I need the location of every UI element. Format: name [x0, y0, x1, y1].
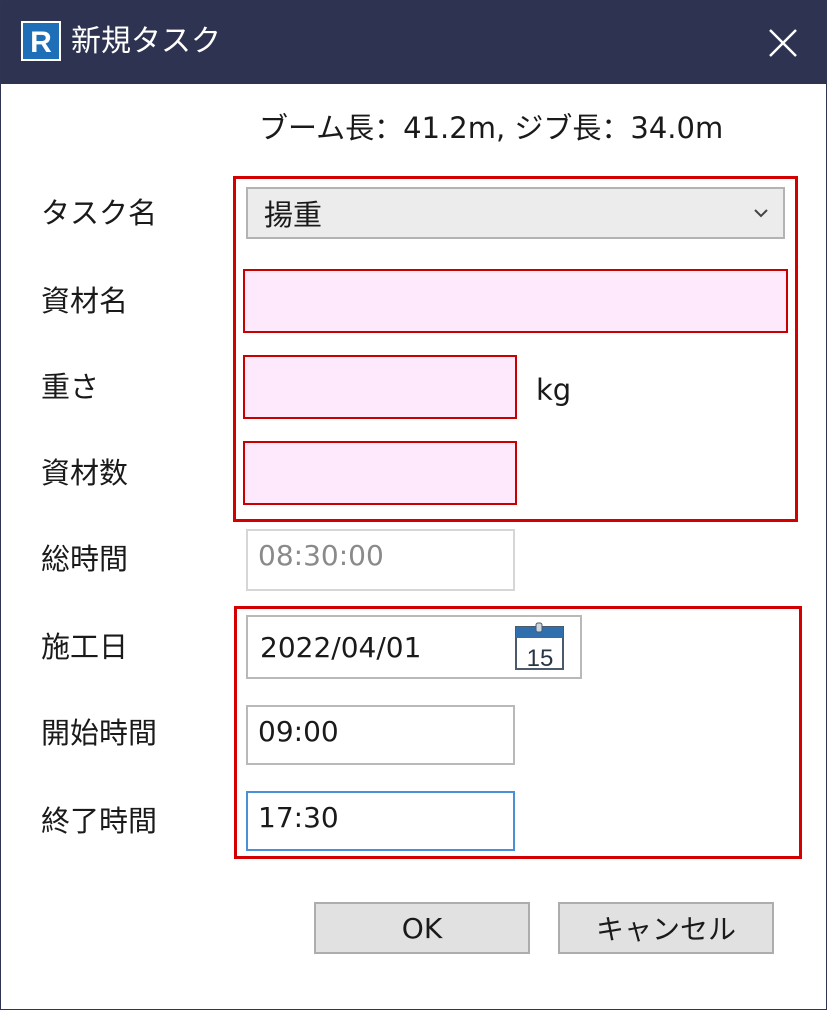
- cancel-button[interactable]: キャンセル: [558, 902, 774, 954]
- total-time-field: 08:30:00: [246, 529, 515, 591]
- end-time-label: 終了時間: [41, 804, 158, 838]
- close-icon[interactable]: [753, 15, 813, 71]
- calendar-icon[interactable]: 15: [512, 621, 567, 673]
- total-time-label: 総時間: [41, 542, 129, 576]
- chevron-down-icon: [754, 209, 768, 218]
- svg-text:15: 15: [527, 645, 554, 672]
- material-name-input[interactable]: [243, 269, 788, 333]
- ok-button[interactable]: OK: [314, 902, 530, 954]
- weight-unit: kg: [536, 373, 572, 407]
- work-date-label: 施工日: [41, 630, 129, 664]
- weight-input[interactable]: [243, 355, 517, 419]
- work-date-value: 2022/04/01: [260, 630, 422, 664]
- task-name-dropdown[interactable]: 揚重: [246, 187, 785, 239]
- revit-r-icon: R: [21, 21, 61, 61]
- boom-jib-length-info: ブーム長：41.2m, ジブ長：34.0m: [259, 111, 724, 145]
- material-count-label: 資材数: [41, 456, 129, 490]
- material-name-label: 資材名: [41, 284, 129, 318]
- task-name-label: タスク名: [41, 196, 158, 230]
- svg-text:R: R: [30, 26, 52, 59]
- task-name-value: 揚重: [264, 198, 323, 232]
- material-count-input[interactable]: [243, 441, 517, 505]
- window-title: 新規タスク: [71, 24, 221, 59]
- dialog-window: R 新規タスク ブーム長：41.2m, ジブ長：34.0m タスク名 資材名 重…: [0, 0, 827, 1010]
- start-time-label: 開始時間: [41, 716, 158, 750]
- weight-label: 重さ: [41, 370, 100, 404]
- end-time-input[interactable]: 17:30: [246, 791, 515, 851]
- title-bar: R 新規タスク: [1, 1, 826, 84]
- start-time-input[interactable]: 09:00: [246, 705, 515, 765]
